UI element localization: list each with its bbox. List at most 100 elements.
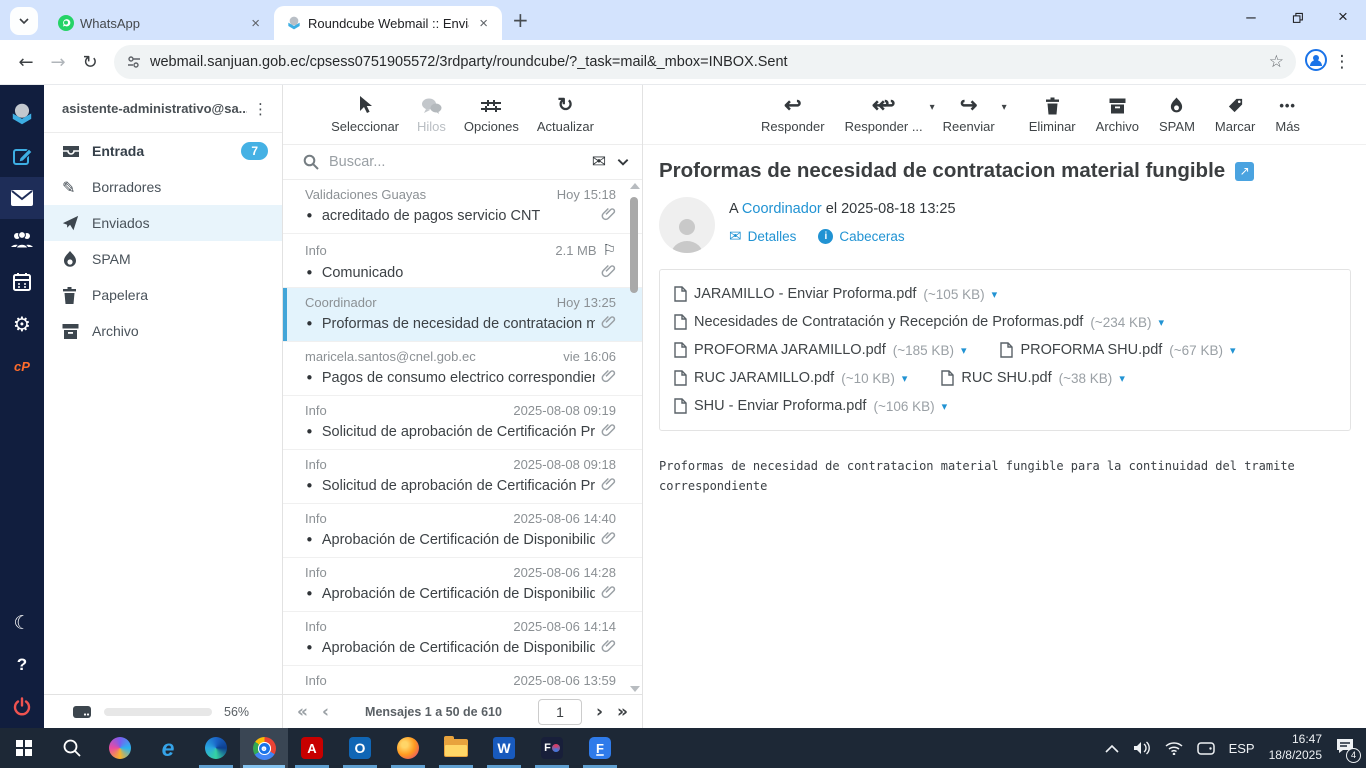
open-in-new-window-icon[interactable]: ↗ <box>1235 161 1255 181</box>
back-button[interactable]: ← <box>10 46 42 78</box>
folder-enviados[interactable]: Enviados <box>44 205 282 241</box>
calendar-nav-button[interactable] <box>0 261 44 303</box>
attachment[interactable]: JARAMILLO - Enviar Proforma.pdf (~105 KB)… <box>674 286 997 302</box>
attachment[interactable]: Necesidades de Contratación y Recepción … <box>674 314 1164 330</box>
firefox-button[interactable] <box>384 728 432 768</box>
reply-all-button[interactable]: ↩ Responder ... ▾ <box>845 95 935 134</box>
refresh-button[interactable]: ↻ Actualizar <box>537 96 594 134</box>
reply-all-caret-icon[interactable]: ▾ <box>930 102 935 113</box>
attachment[interactable]: RUC JARAMILLO.pdf (~10 KB) ▾ <box>674 370 907 386</box>
attachment[interactable]: SHU - Enviar Proforma.pdf (~106 KB) ▾ <box>674 398 947 414</box>
attachment-menu-caret-icon[interactable]: ▾ <box>992 288 998 301</box>
folder-borradores[interactable]: ✎ Borradores <box>44 169 282 205</box>
taskbar-search-button[interactable] <box>48 728 96 768</box>
language-indicator[interactable]: ESP <box>1229 741 1255 756</box>
attachment-menu-caret-icon[interactable]: ▾ <box>902 372 908 385</box>
threads-button[interactable]: Hilos <box>417 96 446 134</box>
message-row[interactable]: Validaciones Guayas Hoy 15:18 • acreditado… <box>283 180 642 234</box>
attachment-menu-caret-icon[interactable]: ▾ <box>1119 372 1125 385</box>
message-row[interactable]: Info 2025-08-06 14:14 • Aprobación de Cert… <box>283 612 642 666</box>
folder-entrada[interactable]: Entrada 7 <box>44 133 282 169</box>
attachment-menu-caret-icon[interactable]: ▾ <box>942 400 948 413</box>
flag-icon[interactable]: ⚐ <box>603 241 616 259</box>
url-text[interactable]: webmail.sanjuan.gob.ec/cpsess0751905572/… <box>150 54 1269 70</box>
forward-button[interactable]: ↪ Reenviar ▾ <box>943 95 1007 134</box>
contacts-nav-button[interactable] <box>0 219 44 261</box>
folder-papelera[interactable]: Papelera <box>44 277 282 313</box>
fs-app-button[interactable]: F <box>528 728 576 768</box>
meet-now-icon[interactable] <box>1196 741 1215 755</box>
notification-center-button[interactable]: 4 <box>1336 738 1361 763</box>
search-scope-envelope-icon[interactable]: ✉ <box>592 152 606 172</box>
internet-explorer-button[interactable]: e <box>144 728 192 768</box>
attachment-name[interactable]: PROFORMA SHU.pdf <box>1020 342 1162 358</box>
browser-menu-icon[interactable]: ⋮ <box>1328 52 1356 72</box>
attachment-name[interactable]: PROFORMA JARAMILLO.pdf <box>694 342 886 358</box>
outlook-button[interactable]: O <box>336 728 384 768</box>
file-explorer-button[interactable] <box>432 728 480 768</box>
message-row[interactable]: Info 2025-08-08 09:18 • Solicitud de aprob… <box>283 450 642 504</box>
start-button[interactable] <box>0 728 48 768</box>
message-row[interactable]: Info 2025-08-06 14:28 • Aprobación de Cert… <box>283 558 642 612</box>
bookmark-star-icon[interactable]: ☆ <box>1269 52 1284 72</box>
help-button[interactable]: ? <box>0 644 44 686</box>
url-bar[interactable]: webmail.sanjuan.gob.ec/cpsess0751905572/… <box>114 45 1296 79</box>
page-number-input[interactable]: 1 <box>538 698 582 725</box>
reload-button[interactable]: ↻ <box>74 46 106 78</box>
scroll-down-arrow[interactable] <box>630 686 640 692</box>
options-button[interactable]: Opciones <box>464 96 519 134</box>
select-button[interactable]: Seleccionar <box>331 96 399 134</box>
acrobat-button[interactable]: A <box>288 728 336 768</box>
attachment-name[interactable]: RUC SHU.pdf <box>961 370 1051 386</box>
restore-button[interactable] <box>1274 0 1320 34</box>
logout-button[interactable] <box>0 686 44 728</box>
compose-button[interactable] <box>0 135 44 177</box>
profile-avatar[interactable] <box>1304 48 1328 77</box>
attachment-name[interactable]: Necesidades de Contratación y Recepción … <box>694 314 1083 330</box>
mark-button[interactable]: Marcar <box>1215 96 1255 134</box>
forward-button[interactable]: → <box>42 46 74 78</box>
tab-close-icon[interactable]: × <box>247 15 264 32</box>
headers-link[interactable]: i Cabeceras <box>818 227 905 245</box>
f-app-button[interactable]: F <box>576 728 624 768</box>
account-menu-icon[interactable]: ⋮ <box>247 100 274 118</box>
site-settings-icon[interactable] <box>126 54 142 70</box>
search-input[interactable] <box>329 154 592 170</box>
tab-whatsapp[interactable]: WhatsApp × <box>46 6 274 40</box>
chrome-button[interactable]: ☻ <box>240 728 288 768</box>
taskbar-clock[interactable]: 16:47 18/8/2025 <box>1269 732 1322 763</box>
list-scrollbar[interactable] <box>628 183 640 692</box>
attachment-menu-caret-icon[interactable]: ▾ <box>1158 316 1164 329</box>
folder-archivo[interactable]: Archivo <box>44 313 282 349</box>
forward-caret-icon[interactable]: ▾ <box>1002 102 1007 113</box>
details-link[interactable]: ✉ Detalles <box>729 227 796 245</box>
search-options-chevron-icon[interactable] <box>616 155 630 169</box>
next-page-button[interactable]: › <box>596 702 603 722</box>
message-row[interactable]: maricela.santos@cnel.gob.ec vie 16:06 • Pa… <box>283 342 642 396</box>
tab-search-button[interactable] <box>10 7 38 35</box>
attachment-name[interactable]: RUC JARAMILLO.pdf <box>694 370 834 386</box>
account-row[interactable]: asistente-administrativo@sa... ⋮ <box>44 85 282 133</box>
spam-button[interactable]: SPAM <box>1159 96 1195 134</box>
edge-button[interactable] <box>192 728 240 768</box>
message-row[interactable]: Info 2025-08-06 13:59 <box>283 666 642 694</box>
minimize-button[interactable]: – <box>1228 0 1274 34</box>
tray-expand-chevron-icon[interactable] <box>1105 744 1119 753</box>
volume-icon[interactable] <box>1133 741 1151 755</box>
first-page-button[interactable]: « <box>297 702 308 722</box>
message-row[interactable]: Info 2.1 MB ⚐ • Comunicado <box>283 234 642 288</box>
attachment-name[interactable]: SHU - Enviar Proforma.pdf <box>694 398 866 414</box>
mail-nav-button[interactable] <box>0 177 44 219</box>
tab-close-icon[interactable]: × <box>475 15 492 32</box>
folder-spam[interactable]: SPAM <box>44 241 282 277</box>
dark-mode-button[interactable]: ☾ <box>0 602 44 644</box>
attachment-menu-caret-icon[interactable]: ▾ <box>961 344 967 357</box>
last-page-button[interactable]: » <box>617 702 628 722</box>
more-button[interactable]: ••• Más <box>1275 96 1300 134</box>
attachment[interactable]: PROFORMA SHU.pdf (~67 KB) ▾ <box>1000 342 1235 358</box>
tab-roundcube[interactable]: Roundcube Webmail :: Enviados × <box>274 6 502 40</box>
copilot-button[interactable] <box>96 728 144 768</box>
reply-button[interactable]: ↩ Responder <box>761 95 825 134</box>
new-tab-button[interactable]: + <box>512 8 529 32</box>
attachment-name[interactable]: JARAMILLO - Enviar Proforma.pdf <box>694 286 916 302</box>
